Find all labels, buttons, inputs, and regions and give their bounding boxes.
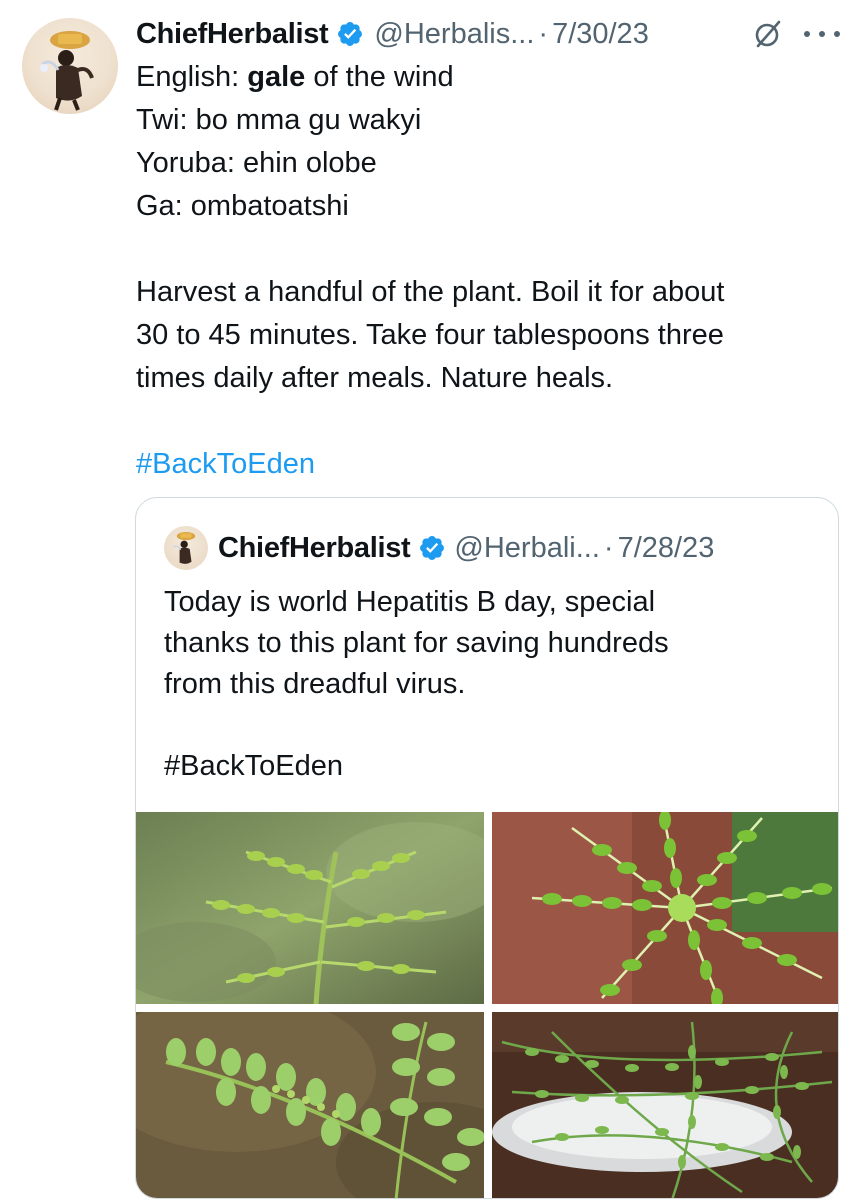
quote-display-name[interactable]: ChiefHerbalist bbox=[218, 532, 411, 565]
verified-badge-icon bbox=[338, 22, 363, 46]
plant-photo-4[interactable] bbox=[492, 1012, 838, 1198]
quote-line-1: Today is world Hepatitis B day, special bbox=[164, 586, 656, 618]
quote-text: Today is world Hepatitis B day, special … bbox=[164, 582, 814, 787]
separator-dot: · bbox=[538, 17, 549, 50]
plant-photo-1[interactable] bbox=[136, 812, 484, 1004]
verified-badge-icon bbox=[420, 536, 445, 560]
quote-avatar[interactable] bbox=[164, 526, 208, 570]
tweet[interactable]: ChiefHerbalist @Herbalis... · 7/30/23 En… bbox=[0, 0, 858, 1200]
text-line-instructions-3: times daily after meals. Nature heals. bbox=[136, 362, 614, 394]
quote-header: ChiefHerbalist @Herbali... · 7/28/23 bbox=[164, 526, 715, 570]
quoted-tweet[interactable]: ChiefHerbalist @Herbali... · 7/28/23 Tod… bbox=[135, 497, 839, 1199]
media-grid bbox=[136, 812, 838, 1198]
more-options-icon[interactable] bbox=[804, 29, 840, 39]
quote-timestamp[interactable]: 7/28/23 bbox=[618, 532, 715, 565]
tweet-header: ChiefHerbalist @Herbalis... · 7/30/23 bbox=[136, 14, 848, 54]
grok-icon[interactable] bbox=[752, 18, 784, 50]
display-name[interactable]: ChiefHerbalist bbox=[136, 18, 329, 51]
avatar-image bbox=[40, 31, 94, 111]
quote-hashtag[interactable]: #BackToEden bbox=[164, 746, 814, 787]
quote-handle[interactable]: @Herbali... bbox=[454, 532, 599, 565]
avatar[interactable] bbox=[22, 18, 118, 114]
text-line-instructions-1: Harvest a handful of the plant. Boil it … bbox=[136, 276, 725, 308]
handle[interactable]: @Herbalis... bbox=[374, 18, 534, 51]
quote-line-2: thanks to this plant for saving hundreds bbox=[164, 627, 669, 659]
quote-avatar-image bbox=[172, 531, 196, 564]
timestamp[interactable]: 7/30/23 bbox=[552, 18, 649, 51]
plant-photo-2[interactable] bbox=[492, 812, 838, 1004]
text-line-ga: Ga: ombatoatshi bbox=[136, 190, 349, 222]
text-line-instructions-2: 30 to 45 minutes. Take four tablespoons … bbox=[136, 319, 724, 351]
tweet-text: English: gale of the wind Twi: bo mma gu… bbox=[136, 56, 836, 486]
hashtag-link[interactable]: #BackToEden bbox=[136, 443, 836, 486]
separator-dot: · bbox=[603, 531, 614, 564]
text-line-twi: Twi: bo mma gu wakyi bbox=[136, 104, 422, 136]
text-line-english: English: gale of the wind bbox=[136, 61, 454, 93]
text-line-yoruba: Yoruba: ehin olobe bbox=[136, 147, 377, 179]
plant-photo-3[interactable] bbox=[136, 1012, 484, 1198]
quote-line-3: from this dreadful virus. bbox=[164, 668, 466, 700]
